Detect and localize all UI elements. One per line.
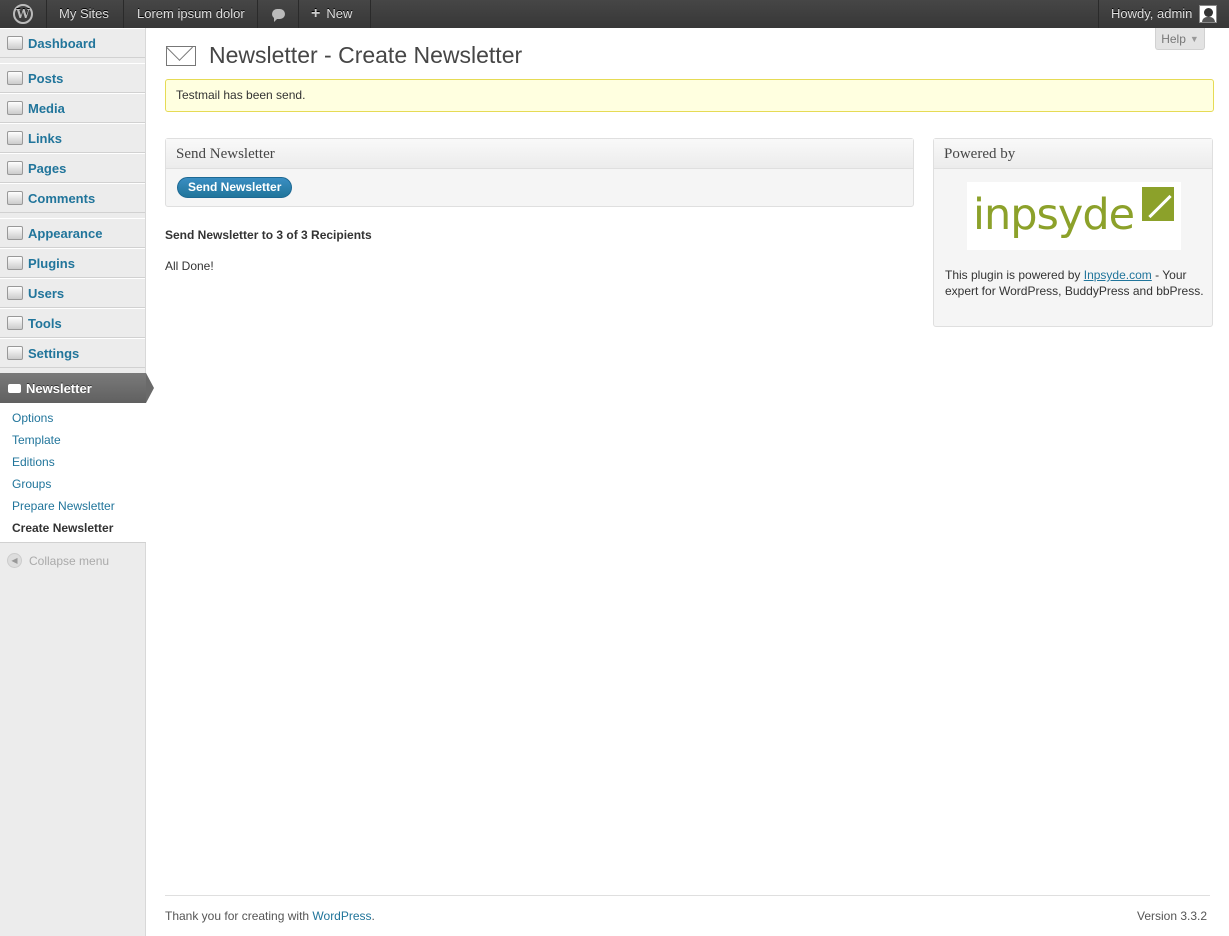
inpsyde-link[interactable]: Inpsyde.com	[1084, 268, 1152, 282]
envelope-icon	[166, 46, 196, 66]
plus-icon: +	[311, 5, 321, 22]
media-icon	[7, 101, 23, 115]
pin-icon	[7, 71, 23, 85]
chevron-down-icon: ▼	[1189, 33, 1199, 44]
submenu-item-template[interactable]: Template	[12, 433, 61, 447]
dashboard-icon	[7, 36, 23, 50]
submenu-item-prepare-newsletter[interactable]: Prepare Newsletter	[12, 499, 115, 513]
submenu-item-create-newsletter[interactable]: Create Newsletter	[12, 521, 113, 535]
wordpress-logo-icon[interactable]: W	[0, 0, 46, 28]
collapse-menu-button[interactable]: ◀ Collapse menu	[7, 553, 109, 568]
powered-by-text: This plugin is powered by Inpsyde.com - …	[945, 267, 1205, 299]
send-newsletter-box-title: Send Newsletter	[166, 139, 913, 169]
footer-dot: .	[371, 909, 375, 923]
sidebar-item-label: Tools	[28, 315, 62, 331]
sidebar-item-label: Newsletter	[26, 380, 92, 396]
comments-bubble-icon[interactable]	[258, 0, 298, 28]
my-sites-link[interactable]: My Sites	[59, 0, 109, 28]
sidebar-item-plugins[interactable]: Plugins	[0, 248, 145, 278]
site-name-link[interactable]: Lorem ipsum dolor	[137, 0, 245, 28]
powered-text-before: This plugin is powered by	[945, 268, 1084, 282]
new-content-link[interactable]: + New	[311, 0, 352, 28]
footer-divider	[165, 895, 1210, 896]
inpsyde-logo[interactable]: inpsyde	[967, 182, 1181, 250]
wordpress-link[interactable]: WordPress	[312, 909, 371, 923]
sidebar-item-pages[interactable]: Pages	[0, 153, 145, 183]
appearance-icon	[7, 226, 23, 240]
plug-icon	[7, 256, 23, 270]
pages-icon	[7, 161, 23, 175]
admin-bar: W My Sites Lorem ipsum dolor + New Howdy,…	[0, 0, 1229, 28]
sidebar-item-label: Users	[28, 285, 65, 301]
sidebar-item-label: Media	[28, 100, 65, 116]
sidebar-item-label: Settings	[28, 345, 80, 361]
footer-version: Version 3.3.2	[1137, 909, 1208, 923]
sidebar-item-label: Dashboard	[28, 35, 96, 51]
footer-thanks: Thank you for creating with WordPress.	[165, 909, 375, 923]
sidebar-item-appearance[interactable]: Appearance	[0, 218, 145, 248]
sidebar-item-media[interactable]: Media	[0, 93, 145, 123]
help-label: Help	[1161, 31, 1186, 46]
powered-by-box: Powered by inpsyde This plugin is powere…	[933, 138, 1213, 327]
submenu-item-editions[interactable]: Editions	[12, 455, 55, 469]
new-label: New	[326, 6, 353, 21]
sidebar-item-users[interactable]: Users	[0, 278, 145, 308]
avatar[interactable]	[1199, 5, 1217, 23]
envelope-icon	[8, 383, 21, 393]
leaf-icon	[1142, 187, 1174, 221]
page-title: Newsletter - Create Newsletter	[209, 42, 523, 68]
sidebar-item-label: Pages	[28, 160, 67, 176]
submenu-item-options[interactable]: Options	[12, 411, 53, 425]
sidebar-item-label: Comments	[28, 190, 96, 206]
collapse-arrow-icon: ◀	[7, 553, 22, 568]
sidebar-item-label: Plugins	[28, 255, 75, 271]
sidebar-item-links[interactable]: Links	[0, 123, 145, 153]
sidebar-item-settings[interactable]: Settings	[0, 338, 145, 368]
collapse-menu-label: Collapse menu	[29, 553, 110, 568]
settings-icon	[7, 346, 23, 360]
powered-by-title: Powered by	[934, 139, 1212, 169]
admin-sidebar: Dashboard Posts Media Links Pages Commen…	[0, 28, 154, 936]
submenu-item-groups[interactable]: Groups	[12, 477, 51, 491]
status-text: All Done!	[165, 259, 214, 273]
footer-thanks-text: Thank you for creating with	[165, 909, 313, 923]
howdy-user-link[interactable]: Howdy, admin	[1111, 0, 1192, 28]
users-icon	[7, 286, 23, 300]
comment-icon	[7, 191, 23, 205]
sidebar-item-newsletter[interactable]: Newsletter	[0, 373, 154, 403]
sidebar-item-dashboard[interactable]: Dashboard	[0, 28, 145, 58]
logo-wordmark: inpsyde	[973, 190, 1135, 240]
help-tab-button[interactable]: Help ▼	[1155, 28, 1205, 50]
sidebar-item-label: Posts	[28, 70, 64, 86]
sidebar-item-label: Appearance	[28, 225, 103, 241]
link-icon	[7, 131, 23, 145]
sidebar-item-comments[interactable]: Comments	[0, 183, 145, 213]
send-newsletter-button[interactable]: Send Newsletter	[177, 177, 293, 198]
recipients-heading: Send Newsletter to 3 of 3 Recipients	[165, 228, 372, 242]
update-notice: Testmail has been send.	[165, 79, 1214, 112]
sidebar-item-label: Links	[28, 130, 62, 146]
sidebar-item-posts[interactable]: Posts	[0, 63, 145, 93]
send-newsletter-box: Send Newsletter Send Newsletter	[165, 138, 914, 207]
newsletter-submenu: Options Template Editions Groups Prepare…	[0, 403, 146, 543]
sidebar-item-tools[interactable]: Tools	[0, 308, 145, 338]
tools-icon	[7, 316, 23, 330]
